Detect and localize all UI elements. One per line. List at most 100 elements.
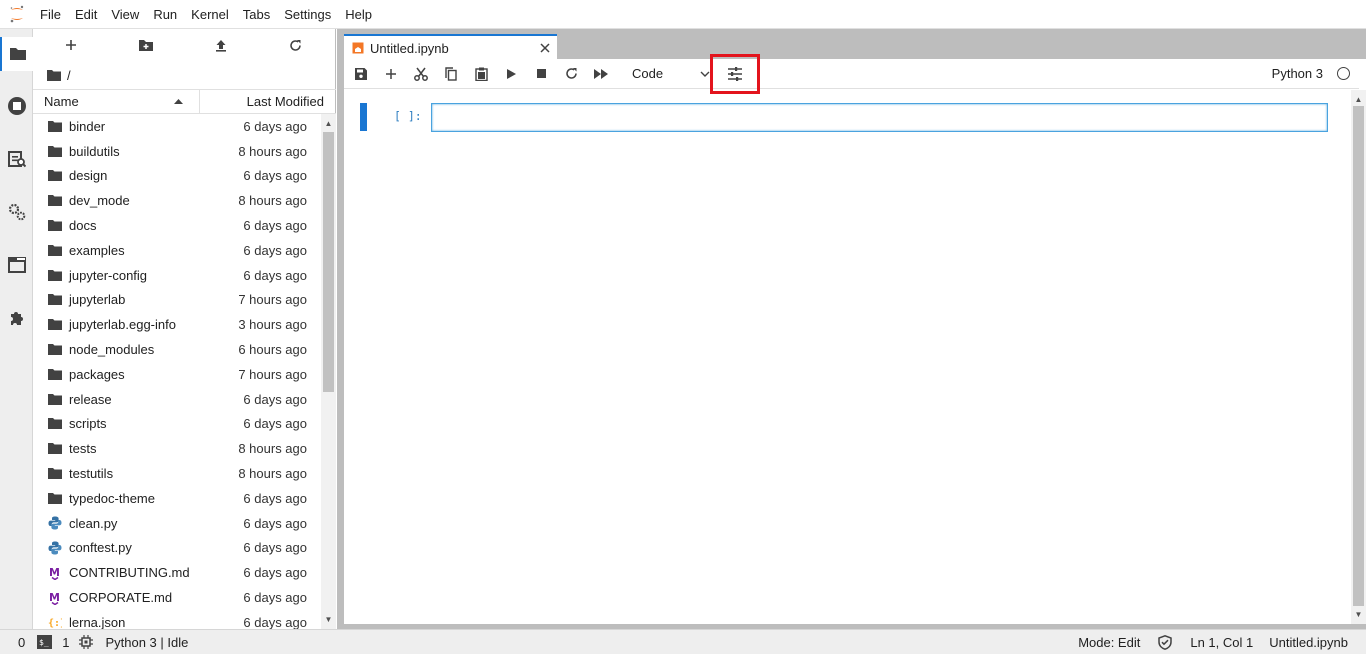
folder-icon bbox=[47, 317, 63, 333]
terminal-count[interactable]: 0 bbox=[18, 635, 25, 650]
file-row[interactable]: conftest.py 6 days ago bbox=[33, 536, 321, 561]
file-row[interactable]: testutils 8 hours ago bbox=[33, 461, 321, 486]
menu-run[interactable]: Run bbox=[146, 0, 184, 29]
file-modified: 8 hours ago bbox=[238, 441, 307, 457]
sliders-icon bbox=[728, 67, 742, 81]
file-row[interactable]: docs 6 days ago bbox=[33, 213, 321, 238]
notebook-scrollbar[interactable]: ▲ ▼ bbox=[1351, 90, 1366, 624]
name-column-header[interactable]: Name bbox=[33, 90, 200, 113]
file-name: docs bbox=[69, 218, 97, 234]
file-row[interactable]: jupyterlab.egg-info 3 hours ago bbox=[33, 312, 321, 337]
close-icon[interactable] bbox=[533, 36, 557, 60]
scroll-up-arrow-icon[interactable]: ▲ bbox=[321, 116, 336, 131]
file-row[interactable]: scripts 6 days ago bbox=[33, 412, 321, 437]
file-row[interactable]: release 6 days ago bbox=[33, 387, 321, 412]
folder-icon bbox=[47, 267, 63, 283]
interrupt-kernel-button[interactable] bbox=[526, 61, 556, 87]
cursor-position[interactable]: Ln 1, Col 1 bbox=[1190, 635, 1253, 650]
file-row[interactable]: jupyter-config 6 days ago bbox=[33, 263, 321, 288]
menu-settings[interactable]: Settings bbox=[277, 0, 338, 29]
jupyter-logo-icon[interactable] bbox=[0, 0, 33, 29]
file-name: CORPORATE.md bbox=[69, 590, 173, 606]
file-browser-tab-icon[interactable] bbox=[0, 37, 33, 71]
file-list-scrollbar[interactable]: ▲ ▼ bbox=[321, 114, 336, 629]
folder-icon[interactable] bbox=[47, 69, 61, 81]
file-row[interactable]: examples 6 days ago bbox=[33, 238, 321, 263]
file-name: dev_mode bbox=[69, 193, 130, 209]
scrollbar-thumb[interactable] bbox=[323, 132, 334, 392]
scrollbar-thumb[interactable] bbox=[1353, 106, 1364, 606]
extension-manager-tab-icon[interactable] bbox=[0, 301, 33, 335]
kernel-name-button[interactable]: Python 3 bbox=[1272, 59, 1323, 89]
file-row[interactable]: {:} lerna.json 6 days ago bbox=[33, 610, 321, 629]
new-folder-button[interactable] bbox=[108, 29, 183, 61]
markdown-file-icon: M bbox=[47, 590, 63, 606]
copy-button[interactable] bbox=[436, 61, 466, 87]
file-modified: 6 days ago bbox=[243, 590, 307, 606]
running-sessions-tab-icon[interactable] bbox=[0, 89, 33, 123]
paste-button[interactable] bbox=[466, 61, 496, 87]
file-row[interactable]: jupyterlab 7 hours ago bbox=[33, 288, 321, 313]
cpu-chip-icon[interactable] bbox=[79, 635, 94, 649]
file-modified: 6 days ago bbox=[243, 267, 307, 283]
insert-cell-button[interactable] bbox=[376, 61, 406, 87]
breadcrumb-root[interactable]: / bbox=[67, 68, 71, 83]
terminal-icon[interactable]: $_ bbox=[37, 635, 53, 649]
main-dock-area: Untitled.ipynb Code Python 3 []: ▲ ▼ bbox=[337, 29, 1366, 629]
folder-icon bbox=[47, 168, 63, 184]
restart-icon bbox=[565, 68, 577, 79]
file-row[interactable]: node_modules 6 hours ago bbox=[33, 337, 321, 362]
file-row[interactable]: clean.py 6 days ago bbox=[33, 511, 321, 536]
file-row[interactable]: buildutils 8 hours ago bbox=[33, 139, 321, 164]
property-inspector-tab-icon[interactable] bbox=[0, 195, 33, 229]
scroll-down-arrow-icon[interactable]: ▼ bbox=[1351, 607, 1366, 622]
file-name: typedoc-theme bbox=[69, 490, 155, 506]
property-inspector-button[interactable] bbox=[710, 54, 760, 94]
command-palette-tab-icon[interactable] bbox=[0, 142, 33, 176]
last-modified-column-header[interactable]: Last Modified bbox=[200, 90, 336, 113]
file-name: conftest.py bbox=[69, 540, 132, 556]
menu-view[interactable]: View bbox=[104, 0, 146, 29]
upload-button[interactable] bbox=[183, 29, 258, 61]
scroll-up-arrow-icon[interactable]: ▲ bbox=[1351, 92, 1366, 107]
open-tabs-tab-icon[interactable] bbox=[0, 248, 33, 282]
tab-untitled-notebook[interactable]: Untitled.ipynb bbox=[344, 34, 557, 60]
file-row[interactable]: dev_mode 8 hours ago bbox=[33, 188, 321, 213]
file-modified: 6 days ago bbox=[243, 391, 307, 407]
new-launcher-button[interactable] bbox=[33, 29, 108, 61]
cut-button[interactable] bbox=[406, 61, 436, 87]
notebook-toolbar: Code Python 3 bbox=[344, 54, 1359, 94]
file-name: design bbox=[69, 168, 108, 184]
menu-kernel[interactable]: Kernel bbox=[184, 0, 236, 29]
file-row[interactable]: tests 8 hours ago bbox=[33, 436, 321, 461]
file-list-header: Name Last Modified bbox=[33, 89, 336, 114]
restart-kernel-button[interactable] bbox=[556, 61, 586, 87]
file-row[interactable]: packages 7 hours ago bbox=[33, 362, 321, 387]
file-row[interactable]: design 6 days ago bbox=[33, 164, 321, 189]
file-row[interactable]: M CORPORATE.md 6 days ago bbox=[33, 585, 321, 610]
stop-icon bbox=[536, 69, 546, 78]
kernel-status-text[interactable]: Python 3 | Idle bbox=[105, 635, 188, 650]
active-cell-collapser[interactable] bbox=[360, 103, 367, 131]
cell-type-select[interactable]: Code bbox=[624, 62, 712, 86]
file-row[interactable]: M CONTRIBUTING.md 6 days ago bbox=[33, 560, 321, 585]
scroll-down-arrow-icon[interactable]: ▼ bbox=[321, 612, 336, 627]
menu-file[interactable]: File bbox=[33, 0, 68, 29]
refresh-button[interactable] bbox=[258, 29, 333, 61]
menu-help[interactable]: Help bbox=[338, 0, 379, 29]
file-row[interactable]: binder 6 days ago bbox=[33, 114, 321, 139]
code-cell-editor[interactable] bbox=[431, 103, 1328, 132]
menu-tabs[interactable]: Tabs bbox=[236, 0, 277, 29]
trust-shield-icon[interactable] bbox=[1158, 635, 1173, 650]
tab-label: Untitled.ipynb bbox=[370, 40, 449, 56]
menu-edit[interactable]: Edit bbox=[68, 0, 104, 29]
save-icon bbox=[355, 67, 367, 80]
kernel-count[interactable]: 1 bbox=[62, 635, 69, 650]
file-row[interactable]: typedoc-theme 6 days ago bbox=[33, 486, 321, 511]
save-button[interactable] bbox=[346, 61, 376, 87]
run-cell-button[interactable] bbox=[496, 61, 526, 87]
folder-icon bbox=[47, 391, 63, 407]
paste-icon bbox=[474, 67, 488, 81]
restart-run-all-button[interactable] bbox=[586, 61, 616, 87]
folder-icon bbox=[47, 342, 63, 358]
